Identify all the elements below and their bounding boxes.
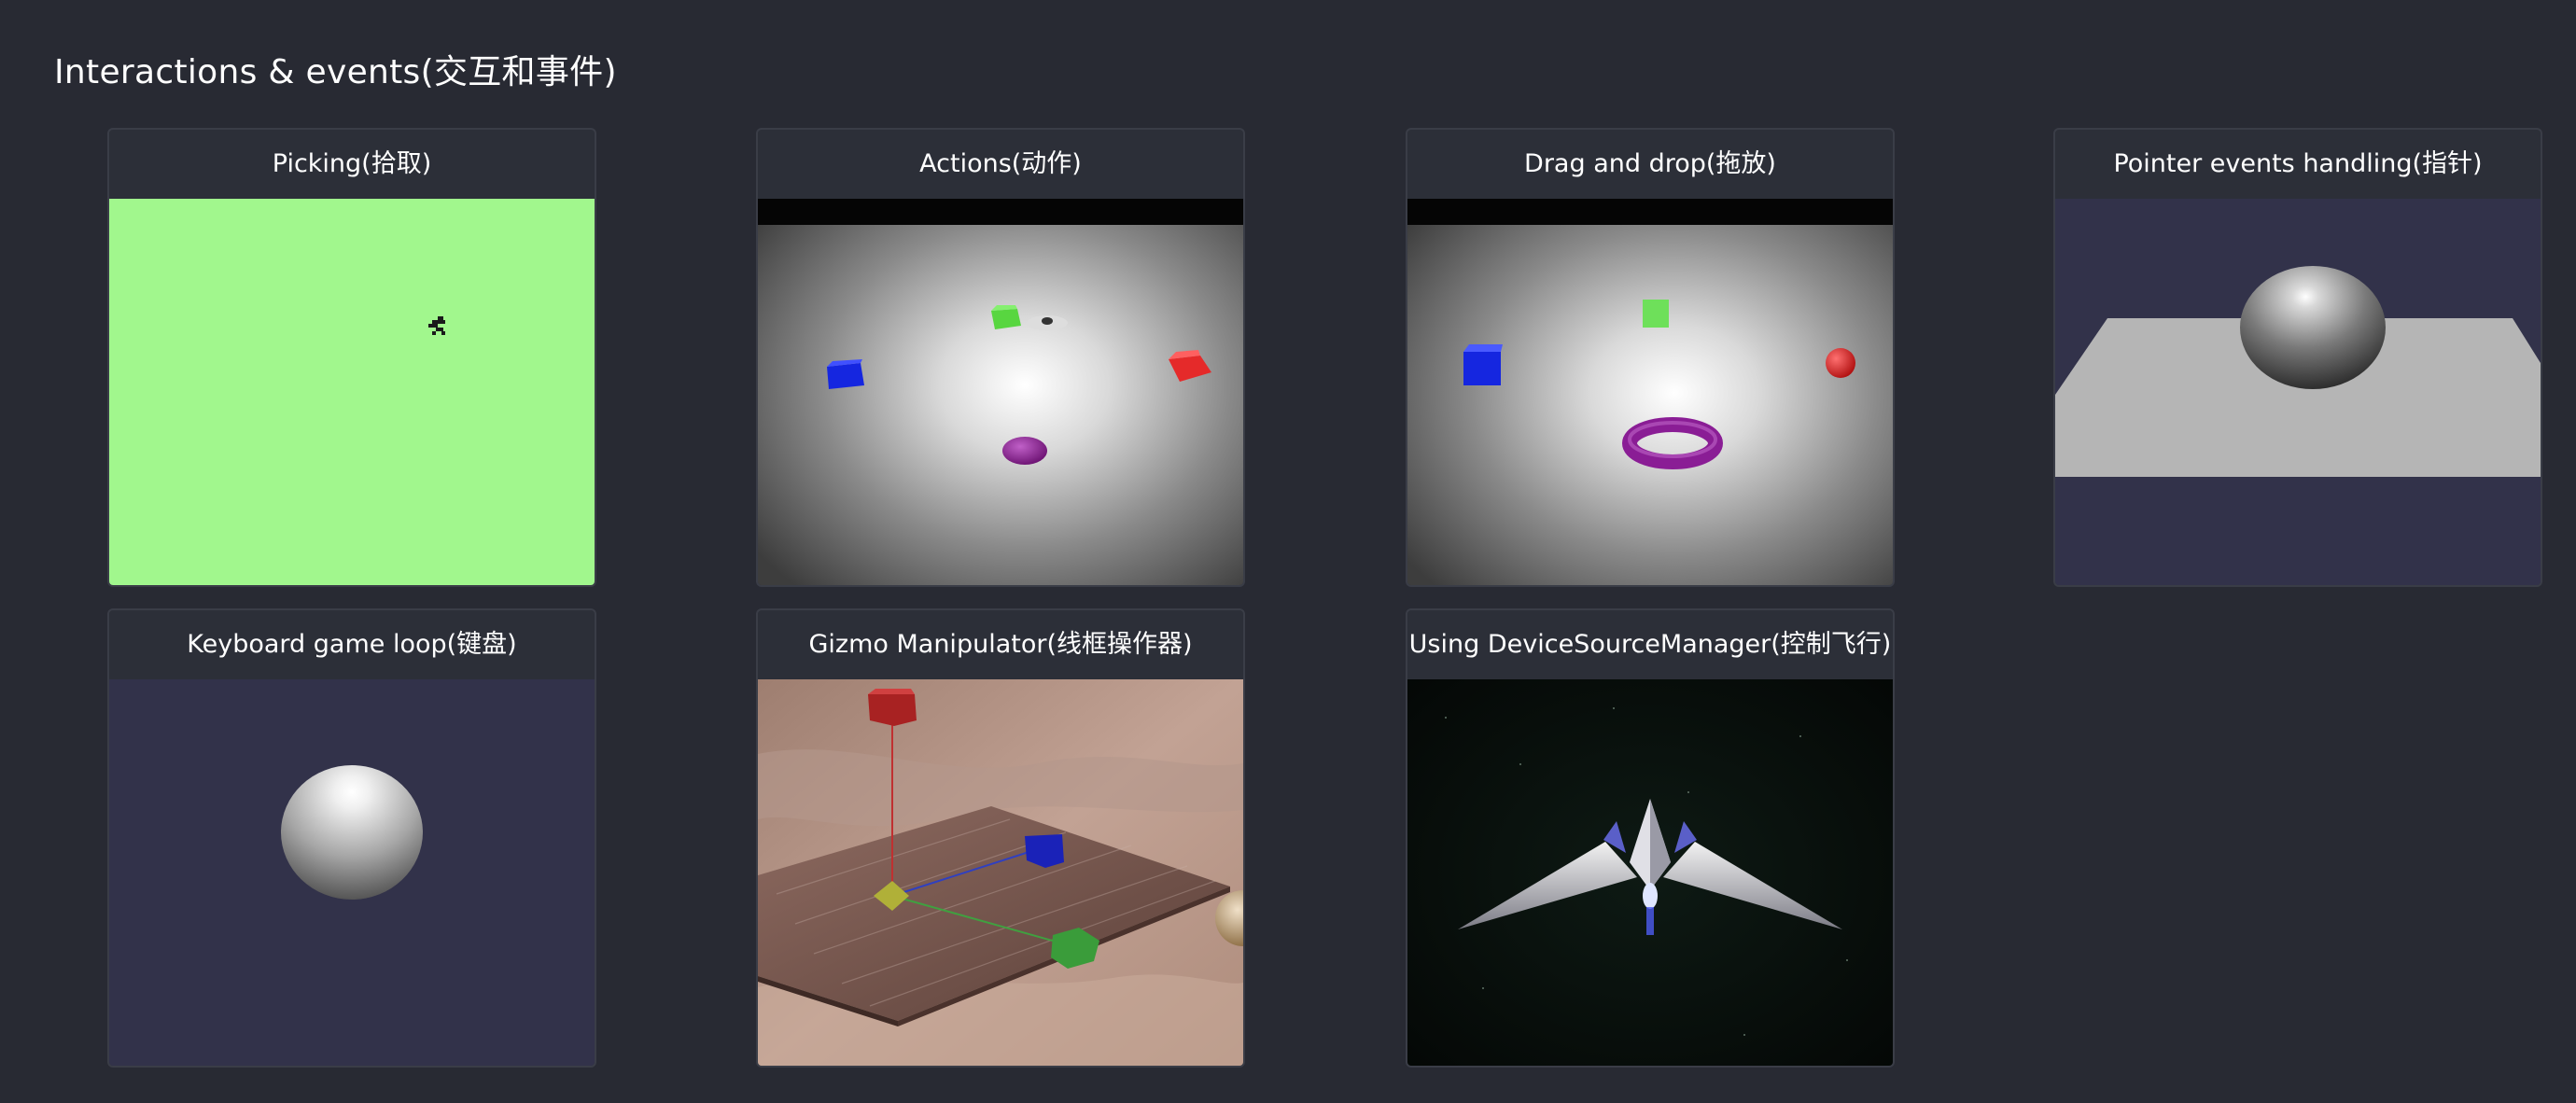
card-title: Picking(拾取) (272, 149, 432, 178)
drag-drop-thumbnail[interactable] (1407, 199, 1893, 585)
card-picking[interactable]: Picking(拾取) (107, 128, 596, 587)
card-title: Actions(动作) (919, 149, 1082, 178)
section-title: Interactions & events(交互和事件) (54, 53, 617, 91)
spaceship-thumbnail[interactable] (1407, 679, 1893, 1066)
picking-thumbnail[interactable] (109, 199, 595, 585)
card-device-source-manager[interactable]: Using DeviceSourceManager(控制飞行) (1406, 608, 1895, 1068)
card-drag-and-drop[interactable]: Drag and drop(拖放) (1406, 128, 1895, 587)
pointer-events-thumbnail[interactable] (2055, 199, 2541, 585)
card-title: Pointer events handling(指针) (2113, 149, 2483, 178)
card-title: Gizmo Manipulator(线框操作器) (808, 630, 1193, 659)
keyboard-thumbnail[interactable] (109, 679, 595, 1066)
gizmo-thumbnail[interactable] (758, 679, 1243, 1066)
card-title: Keyboard game loop(键盘) (187, 630, 517, 659)
card-gizmo-manipulator[interactable]: Gizmo Manipulator(线框操作器) (756, 608, 1245, 1068)
card-title: Drag and drop(拖放) (1524, 149, 1776, 178)
card-keyboard-game-loop[interactable]: Keyboard game loop(键盘) (107, 608, 596, 1068)
actions-thumbnail[interactable] (758, 199, 1243, 585)
card-actions[interactable]: Actions(动作) (756, 128, 1245, 587)
card-title: Using DeviceSourceManager(控制飞行) (1408, 630, 1892, 659)
card-pointer-events[interactable]: Pointer events handling(指针) (2053, 128, 2542, 587)
